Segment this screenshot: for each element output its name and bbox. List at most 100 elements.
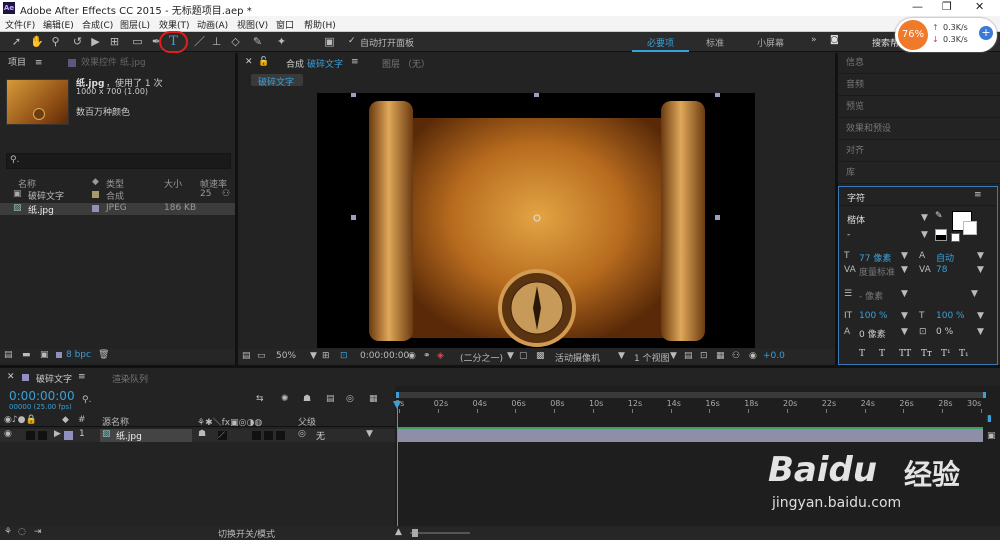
pan-behind-tool-icon[interactable]: ⊞ <box>108 35 121 48</box>
layer-switches-icon[interactable]: ⚘ <box>4 527 12 537</box>
panel-icon[interactable]: ▣ <box>323 35 336 48</box>
tab-comp-prefix[interactable]: 合成 <box>286 57 304 70</box>
flowchart-icon[interactable]: ⚇ <box>732 351 740 361</box>
project-row[interactable]: ▣ 破碎文字 合成 25 ⚇ <box>0 189 235 202</box>
panel-menu-icon[interactable]: ≡ <box>974 190 982 200</box>
no-color-icon[interactable] <box>951 233 960 242</box>
close-tab-icon[interactable]: ✕ <box>245 57 253 67</box>
tab-effect-controls[interactable]: 效果控件 纸.jpg <box>81 56 146 70</box>
leading-value[interactable]: 自动 <box>936 251 954 264</box>
zoom-value[interactable]: 50% <box>276 351 296 361</box>
comp-viewer[interactable] <box>317 93 755 348</box>
dropdown-icon[interactable]: ▼ <box>507 351 514 361</box>
dropdown-icon[interactable]: ▼ <box>310 351 317 361</box>
toggle-switches-modes[interactable]: 切换开关/模式 <box>218 527 275 540</box>
layer-row[interactable]: ◉ ▶ 1 ▨ 纸.jpg ☗ ／ ◎ 无 ▼ <box>0 429 395 442</box>
rotate-tool-icon[interactable]: ↺ <box>71 35 84 48</box>
menu-edit[interactable]: 编辑(E) <box>43 18 74 31</box>
dropdown-icon[interactable]: ▼ <box>366 429 373 439</box>
timeline-tab-name[interactable]: 破碎文字 <box>36 372 72 385</box>
brush-tool-icon[interactable]: ／ <box>193 35 206 48</box>
zoom-slider[interactable] <box>410 532 470 534</box>
comp-mini-flowchart-icon[interactable]: ⇆ <box>256 394 264 404</box>
flowchart-icon[interactable]: ⚇ <box>222 189 230 199</box>
eraser-tool-icon[interactable]: ◇ <box>229 35 242 48</box>
subscript-button[interactable]: T₁ <box>959 349 969 359</box>
dropdown-icon[interactable]: ▼ <box>670 351 677 361</box>
dropdown-icon[interactable]: ▼ <box>901 327 908 337</box>
roi-icon[interactable]: ▢ <box>519 351 528 361</box>
eyedropper-icon[interactable]: ✎ <box>935 211 943 221</box>
baseline-shift-value[interactable]: 0 像素 <box>859 327 886 340</box>
quality-switch[interactable]: ／ <box>218 431 227 440</box>
project-row[interactable]: ▨ 纸.jpg JPEG 186 KB <box>0 203 235 216</box>
layer-name-box[interactable]: ▨ 纸.jpg <box>100 429 192 442</box>
tracking-value[interactable]: 78 <box>936 265 947 275</box>
minimize-button[interactable]: — <box>912 0 923 13</box>
solo-toggle[interactable] <box>38 431 47 440</box>
switch-box[interactable] <box>276 431 285 440</box>
bpc-label[interactable]: 8 bpc <box>66 350 91 360</box>
panel-effects-presets[interactable]: 效果和预设 <box>838 119 1000 140</box>
clone-stamp-tool-icon[interactable]: ⊥ <box>210 35 223 48</box>
pick-whip-icon[interactable]: ◎ <box>298 429 306 439</box>
time-ruler[interactable]: 0s02s04s06s08s10s12s14s16s18s20s22s24s26… <box>395 399 986 413</box>
small-caps-button[interactable]: Tт <box>921 349 932 359</box>
workspace-small-screen[interactable]: 小屏幕 <box>757 36 784 49</box>
horizontal-scale-value[interactable]: 100 % <box>936 311 965 321</box>
layer-bar[interactable] <box>398 429 983 442</box>
timeline-icon[interactable]: ▦ <box>716 351 725 361</box>
menu-file[interactable]: 文件(F) <box>5 18 35 31</box>
panel-preview[interactable]: 预览 <box>838 97 1000 118</box>
views-select[interactable]: 1 个视图 <box>634 351 670 364</box>
resolution-select[interactable]: (二分之一) <box>460 351 503 364</box>
panel-menu-icon[interactable]: ≡ <box>351 57 359 67</box>
visibility-icon[interactable]: ◉ <box>4 429 12 439</box>
zoom-slider-thumb[interactable] <box>412 529 418 537</box>
roto-brush-tool-icon[interactable]: ✎ <box>251 35 264 48</box>
dropdown-icon[interactable]: ▼ <box>901 265 908 275</box>
rectangle-tool-icon[interactable]: ▭ <box>131 35 144 48</box>
monitor-icon[interactable]: ▭ <box>257 351 266 361</box>
breadcrumb[interactable]: 破碎文字 <box>251 74 303 88</box>
puppet-tool-icon[interactable]: ✦ <box>275 35 288 48</box>
always-preview-icon[interactable]: ▤ <box>242 351 251 361</box>
dropdown-icon[interactable]: ▼ <box>921 213 928 223</box>
draft-3d-icon[interactable]: ✺ <box>281 394 289 404</box>
exposure-icon[interactable]: ◉ <box>749 351 757 361</box>
expand-icon[interactable]: ▶ <box>54 429 61 439</box>
stroke-color-swatch[interactable] <box>963 221 977 235</box>
panel-menu-icon[interactable]: ≡ <box>78 372 86 382</box>
timeline-right-marker-icon[interactable]: ▮ <box>987 414 992 424</box>
grid-icon[interactable]: ⊞ <box>322 351 330 361</box>
faux-italic-button[interactable]: T <box>879 349 885 359</box>
tab-project[interactable]: 项目 ≡ <box>8 56 42 70</box>
dropdown-icon[interactable]: ▼ <box>618 351 625 361</box>
tab-layer[interactable]: 图层 （无） <box>382 57 430 70</box>
font-family-select[interactable]: 楷体 <box>847 213 865 226</box>
fast-preview-icon[interactable]: ⊡ <box>700 351 708 361</box>
playhead[interactable] <box>397 401 398 526</box>
menu-view[interactable]: 视图(V) <box>237 18 268 31</box>
font-size-value[interactable]: 77 像素 <box>859 251 891 264</box>
panel-menu-icon[interactable]: ≡ <box>35 58 43 68</box>
dropdown-icon[interactable]: ▼ <box>971 289 978 299</box>
shy-icon[interactable]: ☗ <box>303 394 311 404</box>
panel-library[interactable]: 库 <box>838 163 1000 184</box>
hand-tool-icon[interactable]: ✋ <box>30 35 44 48</box>
tsume-value[interactable]: 0 % <box>936 327 953 337</box>
faux-bold-button[interactable]: T <box>859 349 865 359</box>
comp-timecode[interactable]: 0:00:00:00 <box>360 351 409 361</box>
net-plus-icon[interactable]: + <box>979 26 993 40</box>
toggle-pixel-icon[interactable]: ▤ <box>684 351 693 361</box>
stroke-width-value[interactable]: - 像素 <box>859 289 883 302</box>
dropdown-icon[interactable]: ▼ <box>901 251 908 261</box>
dropdown-icon[interactable]: ▼ <box>977 251 984 261</box>
render-queue-tab[interactable]: 渲染队列 <box>112 372 148 385</box>
menu-composition[interactable]: 合成(C) <box>82 18 113 31</box>
show-snapshot-icon[interactable]: ⚭ <box>423 351 431 361</box>
tab-comp-name[interactable]: 破碎文字 <box>307 57 343 70</box>
menu-animation[interactable]: 动画(A) <box>197 18 228 31</box>
new-folder-icon[interactable]: ▬ <box>22 350 31 360</box>
superscript-button[interactable]: T¹ <box>941 349 951 359</box>
